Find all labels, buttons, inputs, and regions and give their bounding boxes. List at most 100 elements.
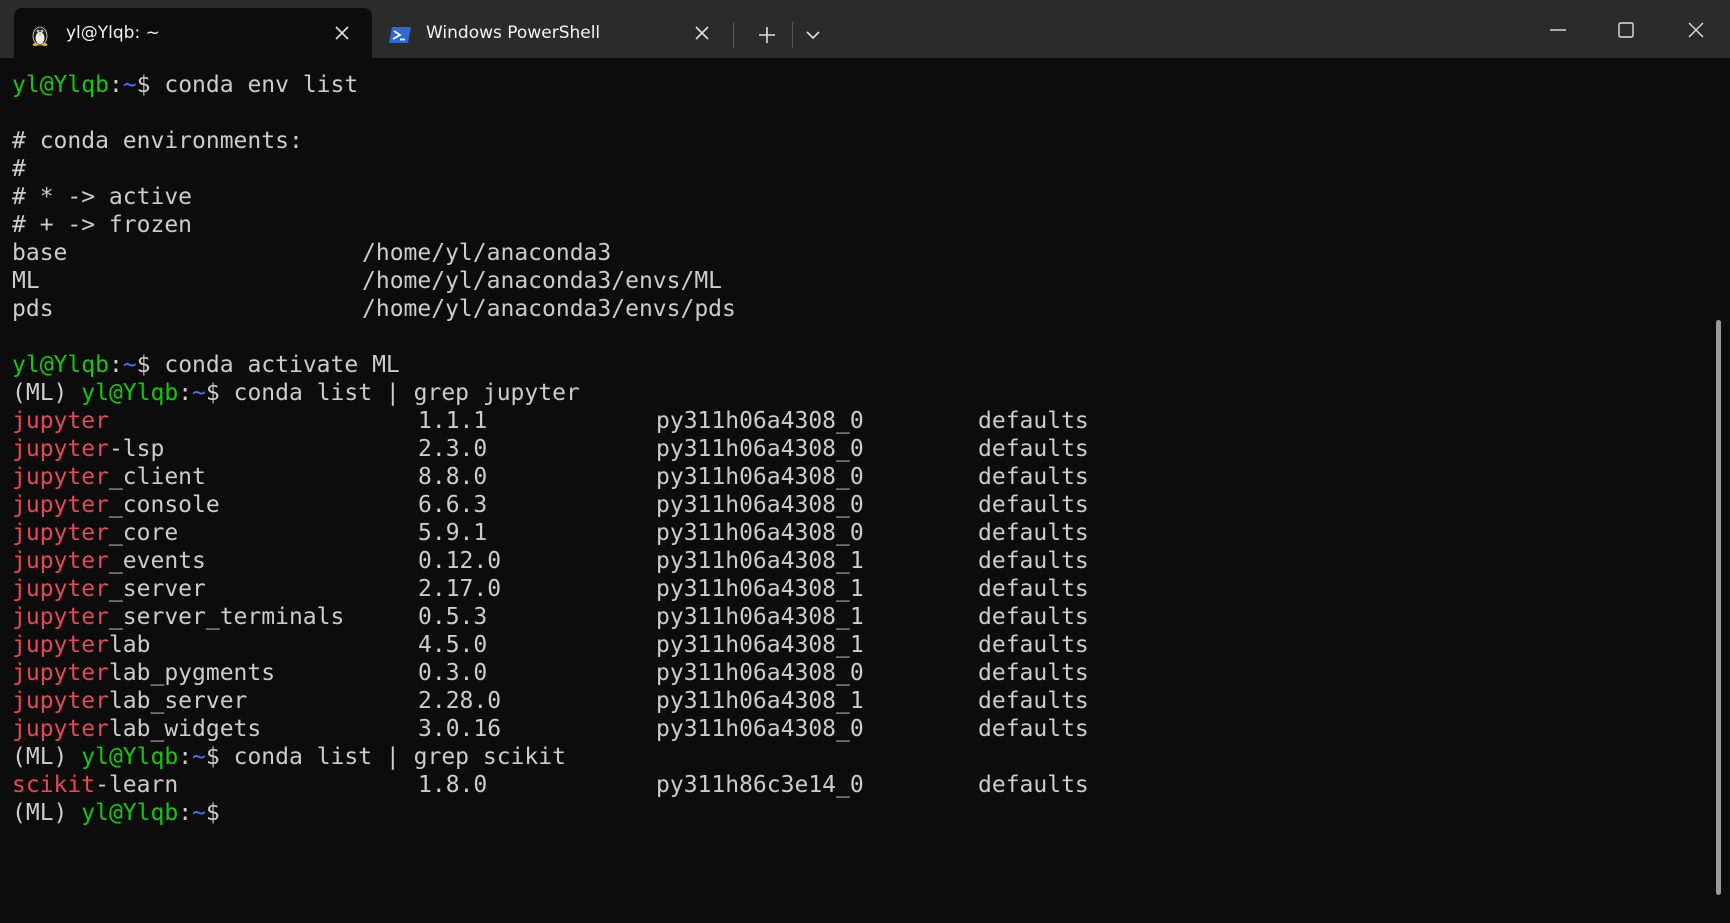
package-name-rest: _events — [108, 548, 206, 574]
tab-close-icon[interactable] — [692, 23, 712, 43]
env-name: base — [12, 240, 68, 266]
package-cell: 1.8.0 — [418, 771, 487, 799]
close-window-button[interactable] — [1668, 10, 1724, 50]
package-name-match: jupyter — [12, 548, 109, 574]
package-name-rest: _client — [108, 464, 206, 490]
package-name-match: scikit — [12, 772, 96, 798]
package-build: py311h06a4308_1 — [656, 576, 864, 602]
package-row: jupyterlab 4.5.0 py311h06a4308_1 defaults — [12, 631, 1089, 659]
package-cell: 2.17.0 — [418, 575, 501, 603]
output-line: # — [12, 156, 26, 182]
maximize-button[interactable] — [1598, 10, 1654, 50]
command-text: conda list | grep scikit — [233, 744, 566, 770]
package-cell: 6.6.3 — [418, 491, 487, 519]
terminal-pane[interactable]: yl@Ylqb:~$ conda env list # conda enviro… — [0, 58, 1712, 923]
prompt-line: yl@Ylqb:~$ conda env list — [12, 72, 359, 98]
env-row: base/home/yl/anaconda3 — [12, 239, 611, 267]
package-cell: jupyter-lsp — [12, 435, 164, 463]
package-cell: 4.5.0 — [418, 631, 487, 659]
close-icon — [1688, 22, 1704, 38]
package-cell: defaults — [978, 435, 1089, 463]
package-build: py311h06a4308_0 — [656, 464, 864, 490]
linux-penguin-icon — [28, 23, 52, 47]
package-cell: defaults — [978, 715, 1089, 743]
scrollbar[interactable] — [1716, 320, 1721, 895]
package-cell: jupyterlab — [12, 631, 150, 659]
tab-dropdown-button[interactable] — [798, 20, 828, 50]
env-path: /home/yl/anaconda3/envs/pds — [362, 296, 736, 322]
package-name-rest: _server_terminals — [108, 604, 345, 630]
package-name-match: jupyter — [12, 492, 109, 518]
package-cell: jupyter_events — [12, 547, 206, 575]
package-name-match: jupyter — [12, 436, 109, 462]
package-name-match: jupyter — [12, 408, 109, 434]
package-name-match: jupyter — [12, 632, 109, 658]
prompt-user-host: yl@Ylqb — [12, 352, 109, 378]
package-channel: defaults — [978, 520, 1089, 546]
output-line: # + -> frozen — [12, 212, 193, 238]
package-cell: py311h06a4308_1 — [656, 687, 864, 715]
plus-icon — [759, 27, 775, 43]
package-cell: 2.3.0 — [418, 435, 487, 463]
package-cell: defaults — [978, 463, 1089, 491]
package-cell: jupyterlab_server — [12, 687, 247, 715]
prompt-user-host: yl@Ylqb — [81, 800, 179, 826]
package-name-match: jupyter — [12, 716, 109, 742]
package-cell: jupyterlab_widgets — [12, 715, 261, 743]
package-name-match: jupyter — [12, 576, 109, 602]
env-name: ML — [12, 268, 40, 294]
package-channel: defaults — [978, 464, 1089, 490]
prompt-path: ~ — [192, 800, 206, 826]
env-row: pds/home/yl/anaconda3/envs/pds — [12, 295, 736, 323]
tab-title: Windows PowerShell — [426, 23, 601, 43]
tab-linux[interactable]: yl@Ylqb: ~ — [14, 8, 372, 58]
package-version: 2.3.0 — [418, 436, 488, 462]
package-row: jupyterlab_server 2.28.0 py311h06a4308_1 de… — [12, 687, 1089, 715]
prompt-path: ~ — [122, 72, 137, 98]
package-cell: 0.3.0 — [418, 659, 487, 687]
package-channel: defaults — [978, 688, 1089, 714]
prompt-line: (ML) yl@Ylqb:~$ — [12, 800, 234, 826]
prompt-line: (ML) yl@Ylqb:~$ conda list | grep scikit — [12, 744, 566, 770]
package-version: 0.5.3 — [418, 604, 488, 630]
package-cell: 0.12.0 — [418, 547, 501, 575]
package-cell: 5.9.1 — [418, 519, 487, 547]
package-cell: jupyter_client — [12, 463, 206, 491]
tab-powershell[interactable]: Windows PowerShell — [374, 8, 720, 58]
package-version: 2.28.0 — [418, 688, 502, 714]
package-name-rest: _core — [108, 520, 179, 546]
package-name-rest: lab_server — [108, 688, 248, 714]
package-row: jupyterlab_widgets 3.0.16 py311h06a4308_0 d… — [12, 715, 1089, 743]
package-cell: py311h06a4308_1 — [656, 631, 864, 659]
output-line: # * -> active — [12, 184, 193, 210]
prompt-user-host: yl@Ylqb — [81, 744, 179, 770]
package-row: scikit-learn 1.8.0 py311h86c3e14_0 defaults — [12, 771, 1089, 799]
package-build: py311h06a4308_0 — [656, 520, 864, 546]
package-name-match: jupyter — [12, 520, 109, 546]
env-prefix: (ML) — [12, 800, 82, 826]
package-cell: scikit-learn — [12, 771, 178, 799]
package-version: 1.1.1 — [418, 408, 488, 434]
package-version: 0.12.0 — [418, 548, 502, 574]
minimize-button[interactable] — [1530, 10, 1586, 50]
tab-divider — [792, 22, 793, 48]
package-cell: defaults — [978, 659, 1089, 687]
package-cell: py311h06a4308_1 — [656, 575, 864, 603]
package-build: py311h06a4308_0 — [656, 408, 864, 434]
package-cell: defaults — [978, 687, 1089, 715]
package-name-match: jupyter — [12, 464, 109, 490]
package-cell: defaults — [978, 603, 1089, 631]
package-cell: defaults — [978, 631, 1089, 659]
output-line: # conda environments: — [12, 128, 303, 154]
prompt-line: yl@Ylqb:~$ conda activate ML — [12, 352, 400, 378]
minimize-icon — [1550, 29, 1566, 31]
package-name-rest: _server — [108, 576, 206, 602]
new-tab-button[interactable] — [752, 20, 782, 50]
package-cell: py311h06a4308_0 — [656, 463, 864, 491]
tab-close-icon[interactable] — [332, 23, 352, 43]
package-cell: py311h06a4308_0 — [656, 659, 864, 687]
package-cell: py311h86c3e14_0 — [656, 771, 864, 799]
package-channel: defaults — [978, 660, 1089, 686]
